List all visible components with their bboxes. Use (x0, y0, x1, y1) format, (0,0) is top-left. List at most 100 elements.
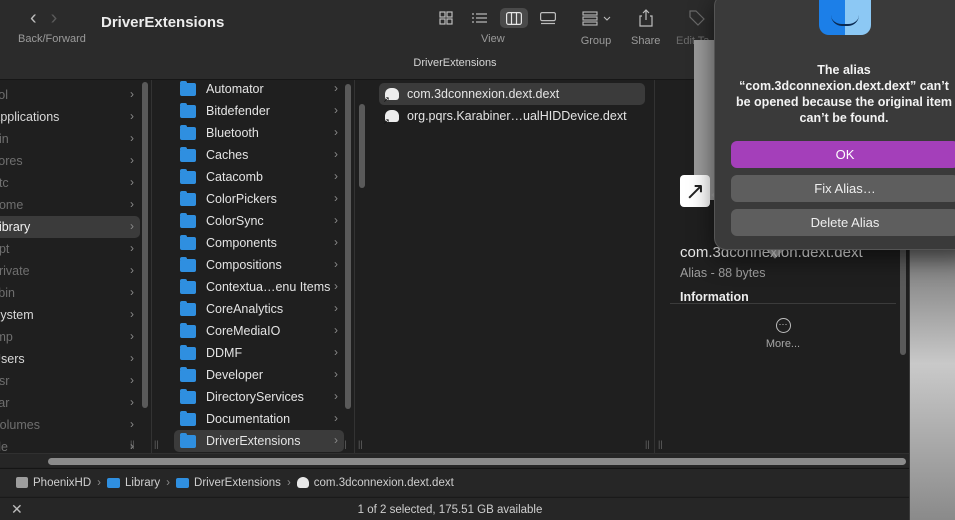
root-row[interactable]: Library › (0, 216, 140, 238)
root-column-scrollbar[interactable] (142, 82, 148, 408)
grid-icon (439, 11, 453, 25)
library-row[interactable]: Contextua…enu Items › (174, 276, 344, 298)
forward-icon[interactable]: › (51, 8, 58, 28)
root-column: || vol›Applications›bin›cores›etc›home›L… (0, 80, 152, 453)
chevron-right-icon: › (130, 329, 134, 343)
ellipsis-icon: ··· (775, 318, 791, 333)
root-row[interactable]: home › (0, 194, 140, 216)
share-button[interactable]: Share (631, 8, 660, 47)
library-row[interactable]: Bluetooth › (174, 122, 344, 144)
library-row[interactable]: CoreAnalytics › (174, 298, 344, 320)
root-row[interactable]: private › (0, 260, 140, 282)
root-row-label: sbin (0, 286, 15, 300)
root-row-label: usr (0, 374, 10, 388)
library-row-label: Contextua…enu Items (206, 280, 331, 294)
nav-label: Back/Forward (18, 33, 86, 45)
root-row[interactable]: Users › (0, 348, 140, 370)
root-row-label: private (0, 264, 30, 278)
folder-icon (180, 168, 196, 184)
root-row[interactable]: Applications › (0, 106, 140, 128)
preview-file-meta: Alias - 88 bytes (680, 266, 766, 280)
icon-view-button[interactable] (432, 8, 460, 28)
library-row[interactable]: Developer › (174, 364, 344, 386)
library-column: || || Automator › Bitdefender › Bluetooth › Ca… (152, 80, 355, 453)
library-row[interactable]: Automator › (174, 80, 344, 100)
library-column-scrollbar[interactable] (345, 84, 351, 409)
library-row[interactable]: Catacomb › (174, 166, 344, 188)
chevron-right-icon: › (334, 433, 338, 447)
library-row-label: Bitdefender (206, 104, 270, 118)
column-resize-grip[interactable]: || (358, 439, 363, 449)
library-row[interactable]: CoreMediaIO › (174, 320, 344, 342)
library-row-label: Documentation (206, 412, 291, 426)
root-row[interactable]: file › (0, 436, 140, 453)
chevron-right-icon: › (334, 103, 338, 117)
chevron-right-icon: › (334, 257, 338, 271)
root-row-label: var (0, 396, 10, 410)
library-row[interactable]: Documentation › (174, 408, 344, 430)
library-row-label: Compositions (206, 258, 282, 272)
library-row[interactable]: ColorSync › (174, 210, 344, 232)
ok-button[interactable]: OK (731, 141, 955, 168)
column-resize-grip[interactable]: || (645, 439, 650, 449)
chevron-right-icon: › (334, 81, 338, 95)
fix-alias-button[interactable]: Fix Alias… (731, 175, 955, 202)
path-bar: PhoenixHD › Library › DriverExtensions ›… (0, 468, 909, 496)
file-row[interactable]: org.pqrs.Karabiner…ualHIDDevice.dext (379, 105, 645, 127)
chevron-right-icon: › (130, 87, 134, 101)
library-row[interactable]: ColorPickers › (174, 188, 344, 210)
folder-icon (176, 477, 190, 488)
group-button[interactable]: Group (580, 8, 612, 47)
chevron-right-icon: › (334, 345, 338, 359)
column-resize-grip[interactable]: || (154, 439, 159, 449)
share-icon (639, 9, 653, 27)
library-row-label: CoreAnalytics (206, 302, 284, 316)
finder-icon (819, 0, 871, 35)
root-row[interactable]: tmp › (0, 326, 140, 348)
root-row[interactable]: System › (0, 304, 140, 326)
column-view-button[interactable] (500, 8, 528, 28)
column-resize-grip[interactable]: || (658, 439, 663, 449)
root-row-label: Users (0, 352, 25, 366)
horizontal-scrollbar[interactable] (0, 453, 909, 467)
root-row[interactable]: Volumes › (0, 414, 140, 436)
delete-alias-button[interactable]: Delete Alias (731, 209, 955, 236)
folder-icon (180, 212, 196, 228)
root-row[interactable]: opt › (0, 238, 140, 260)
path-crumb-label: PhoenixHD (33, 476, 92, 489)
library-row[interactable]: Components › (174, 232, 344, 254)
root-row[interactable]: vol › (0, 84, 140, 106)
back-icon[interactable]: ‹ (30, 8, 37, 28)
root-row-label: System (0, 308, 34, 322)
list-view-button[interactable] (466, 8, 494, 28)
root-row[interactable]: var › (0, 392, 140, 414)
library-row-label: Components (206, 236, 277, 250)
horizontal-scroll-thumb[interactable] (48, 458, 906, 465)
library-row[interactable]: Compositions › (174, 254, 344, 276)
files-column-scrollbar[interactable] (359, 104, 365, 188)
library-row[interactable]: Caches › (174, 144, 344, 166)
folder-icon (180, 80, 196, 96)
gallery-view-button[interactable] (534, 8, 562, 28)
path-crumb-driverextensions[interactable]: DriverExtensions › (176, 477, 297, 489)
path-crumb-file[interactable]: com.3dconnexion.dext.dext (296, 477, 454, 489)
root-row[interactable]: bin › (0, 128, 140, 150)
root-row[interactable]: etc › (0, 172, 140, 194)
more-button[interactable]: ··· More... (760, 318, 806, 350)
path-crumb-disk[interactable]: PhoenixHD › (16, 477, 107, 489)
columns-icon (506, 11, 522, 25)
root-row[interactable]: usr › (0, 370, 140, 392)
root-row[interactable]: cores › (0, 150, 140, 172)
library-row[interactable]: DirectoryServices › (174, 386, 344, 408)
alert-message: The alias “com.3dconnexion.dext.dext” ca… (735, 63, 953, 125)
library-row-label: Automator (206, 82, 264, 96)
path-crumb-library[interactable]: Library › (107, 477, 176, 489)
root-row[interactable]: sbin › (0, 282, 140, 304)
chevron-right-icon: › (130, 219, 134, 233)
folder-icon (180, 124, 196, 140)
path-separator-icon: › (286, 476, 291, 489)
library-row[interactable]: Bitdefender › (174, 100, 344, 122)
library-row[interactable]: DDMF › (174, 342, 344, 364)
library-row[interactable]: DriverExtensions › (174, 430, 344, 452)
file-row[interactable]: com.3dconnexion.dext.dext (379, 83, 645, 105)
